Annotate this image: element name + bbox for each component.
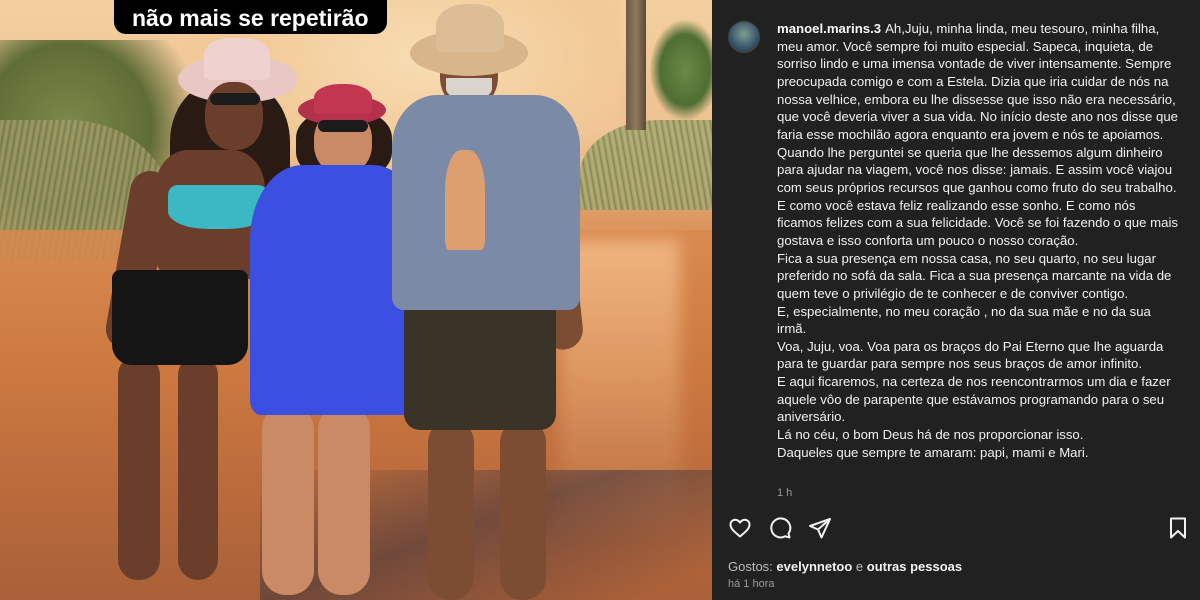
sun-hat-crown xyxy=(204,38,270,80)
post-caption: manoel.marins.3 Ah,Juju, minha linda, meu… xyxy=(777,20,1182,461)
comment-icon xyxy=(770,517,792,539)
shorts xyxy=(112,270,248,365)
likes-join: e xyxy=(855,559,864,574)
post-photo[interactable]: não mais se repetirão xyxy=(0,0,712,600)
leg xyxy=(428,420,474,600)
heart-icon xyxy=(729,518,751,538)
leg xyxy=(262,405,314,595)
likes-others[interactable]: outras pessoas xyxy=(867,559,962,574)
leg xyxy=(318,405,370,595)
story-caption: não mais se repetirão xyxy=(114,0,387,34)
bookmark-icon xyxy=(1170,517,1186,539)
likes-summary[interactable]: Gostos: evelynnetoo e outras pessoas xyxy=(728,559,962,574)
action-bar xyxy=(727,515,1189,545)
leg xyxy=(178,355,218,580)
leg xyxy=(500,420,546,600)
share-icon xyxy=(809,518,831,539)
likes-prefix: Gostos: xyxy=(728,559,773,574)
caption-text: Ah,Juju, minha linda, meu tesouro, minha… xyxy=(777,21,1178,460)
palm-leaves xyxy=(650,20,712,120)
likes-user[interactable]: evelynnetoo xyxy=(776,559,852,574)
save-button[interactable] xyxy=(1165,515,1191,541)
comment-button[interactable] xyxy=(767,515,793,541)
palm-tree xyxy=(626,0,646,130)
bucket-hat-crown xyxy=(314,84,372,114)
post-time: há 1 hora xyxy=(728,578,775,590)
comment-time: 1 h xyxy=(777,487,793,499)
leg xyxy=(118,355,160,580)
username-link[interactable]: manoel.marins.3 xyxy=(777,21,881,36)
shirt-print xyxy=(445,150,485,250)
sunglasses xyxy=(210,93,260,105)
shorts xyxy=(404,300,556,430)
safari-hat-crown xyxy=(436,4,504,52)
sunglasses xyxy=(318,120,368,132)
share-button[interactable] xyxy=(807,515,833,541)
t-shirt xyxy=(392,95,580,310)
like-button[interactable] xyxy=(727,515,753,541)
avatar[interactable] xyxy=(728,21,760,53)
